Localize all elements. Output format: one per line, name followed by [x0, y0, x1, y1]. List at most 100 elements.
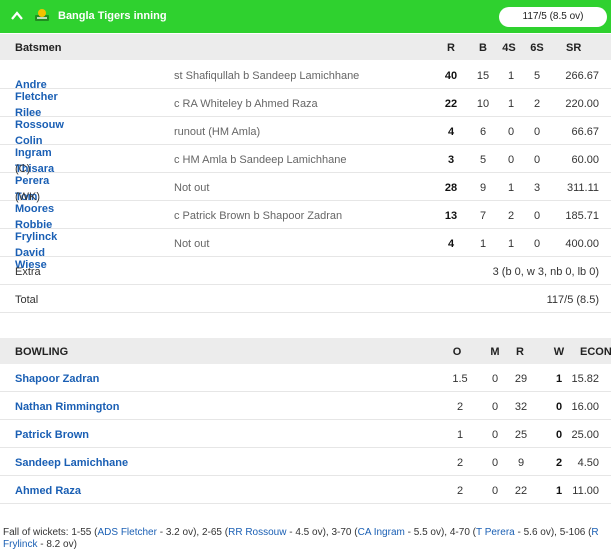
batsman-row: Tom Moores (WK) Not out 28 9 1 3 311.11 [0, 173, 611, 215]
bowler-row: Patrick Brown 1 0 25 0 25.00 [0, 420, 611, 448]
batsman-balls: 5 [479, 154, 487, 166]
wicket-over: - 3.2 ov), [156, 527, 202, 538]
extras-value: 3 (b 0, w 3, nb 0, lb 0) [492, 266, 599, 278]
batsman-strike-rate: 220.00 [565, 98, 599, 110]
fall-of-wickets: Fall of wickets: 1-55 (ADS Fletcher - 3.… [3, 527, 609, 549]
total-row: Total 117/5 (8.5) [0, 285, 611, 313]
innings-header[interactable]: Bangla Tigers inning 117/5 (8.5 ov) [0, 0, 611, 33]
batsman-fours: 1 [507, 98, 515, 110]
balls-column-header: B [479, 42, 487, 54]
chevron-up-icon[interactable] [10, 9, 24, 23]
bowler-row: Sandeep Lamichhane 2 0 9 2 4.50 [0, 448, 611, 476]
batsman-strike-rate: 60.00 [571, 154, 599, 166]
bowler-overs: 2 [456, 457, 464, 469]
batsman-balls: 6 [479, 126, 487, 138]
bowler-runs: 29 [514, 373, 528, 385]
wicket-over: - 5.6 ov), [514, 527, 560, 538]
bowling-table-header: BOWLING O M R W ECON [0, 338, 611, 364]
extras-row: Extra 3 (b 0, w 3, nb 0, lb 0) [0, 257, 611, 285]
dismissal-text: Not out [174, 182, 210, 194]
bowler-name-link[interactable]: Patrick Brown [15, 429, 89, 441]
dismissal-text: Not out [174, 238, 210, 250]
batsman-fours: 2 [507, 210, 515, 222]
batsman-fours: 1 [507, 182, 515, 194]
bowler-runs: 22 [514, 485, 528, 497]
bowling-runs-column-header: R [516, 346, 524, 358]
bowler-name-link[interactable]: Ahmed Raza [15, 485, 81, 497]
strike-rate-column-header: SR [566, 42, 582, 54]
bowler-row: Nathan Rimmington 2 0 32 0 16.00 [0, 392, 611, 420]
batsman-balls: 1 [479, 238, 487, 250]
overs-column-header: O [452, 346, 462, 358]
bowler-economy: 25.00 [571, 429, 599, 441]
batsman-balls: 9 [479, 182, 487, 194]
batsman-row: Rilee Rossouw c RA Whiteley b Ahmed Raza 2… [0, 89, 611, 131]
bowler-overs: 2 [456, 485, 464, 497]
fall-of-wicket-item: 1-55 (ADS Fletcher - 3.2 ov), [69, 527, 202, 538]
innings-score-badge: 117/5 (8.5 ov) [499, 7, 607, 27]
batsman-runs: 28 [444, 182, 458, 194]
bowler-name-link[interactable]: Nathan Rimmington [15, 401, 120, 413]
economy-column-header: ECON [580, 346, 611, 358]
batsman-fours: 0 [507, 126, 515, 138]
total-label: Total [15, 294, 39, 306]
total-value: 117/5 (8.5) [546, 294, 599, 306]
bowler-row: Ahmed Raza 2 0 22 1 11.00 [0, 476, 611, 504]
wicket-score: 5-106 ( [559, 527, 592, 538]
bowler-maidens: 0 [491, 485, 499, 497]
dismissal-text: c RA Whiteley b Ahmed Raza [174, 98, 318, 110]
batsman-row: Robbie Frylinck c Patrick Brown b Shapoor… [0, 201, 611, 243]
sixes-column-header: 6S [530, 42, 544, 54]
wicket-player-link[interactable]: T Perera [476, 527, 515, 538]
wickets-column-header: W [553, 346, 565, 358]
batsman-row: Colin Ingram runout (HM Amla) 4 6 0 0 66.67 [0, 117, 611, 159]
fall-of-wickets-label: Fall of wickets: [3, 527, 69, 538]
batsman-fours: 1 [507, 238, 515, 250]
wicket-player-link[interactable]: RR Rossouw [228, 527, 286, 538]
wicket-score: 4-70 ( [449, 527, 476, 538]
batting-table-header: Batsmen R B 4S 6S SR [0, 34, 611, 60]
batsman-strike-rate: 185.71 [565, 210, 599, 222]
extras-label: Extra [15, 266, 41, 278]
wicket-over: - 4.5 ov), [286, 527, 332, 538]
fours-column-header: 4S [502, 42, 516, 54]
batsman-runs: 13 [444, 210, 458, 222]
wicket-score: 2-65 ( [201, 527, 229, 538]
bowler-economy: 15.82 [571, 373, 599, 385]
batsmen-column-header: Batsmen [15, 42, 62, 54]
batsman-row: Thisara Perera (C) c HM Amla b Sandeep La… [0, 145, 611, 187]
bowler-name-link[interactable]: Sandeep Lamichhane [15, 457, 128, 469]
bowler-economy: 16.00 [571, 401, 599, 413]
wicket-over: - 5.5 ov), [404, 527, 450, 538]
batsman-fours: 1 [507, 70, 515, 82]
wicket-player-link[interactable]: ADS Fletcher [97, 527, 156, 538]
bowler-overs: 2 [456, 401, 464, 413]
team-logo-icon [35, 9, 49, 21]
bowling-column-header: BOWLING [15, 346, 69, 358]
dismissal-text: c Patrick Brown b Shapoor Zadran [174, 210, 343, 222]
bowler-maidens: 0 [491, 401, 499, 413]
batsman-strike-rate: 311.11 [566, 182, 599, 194]
bowler-maidens: 0 [491, 429, 499, 441]
batsman-row: Andre Fletcher st Shafiqullah b Sandeep L… [0, 61, 611, 103]
dismissal-text: c HM Amla b Sandeep Lamichhane [174, 154, 347, 166]
fall-of-wicket-item: 4-70 (T Perera - 5.6 ov), [450, 527, 560, 538]
fall-of-wicket-item: 2-65 (RR Rossouw - 4.5 ov), [202, 527, 332, 538]
innings-title: Bangla Tigers inning [58, 10, 167, 22]
wicket-player-link[interactable]: CA Ingram [358, 527, 405, 538]
runs-column-header: R [447, 42, 455, 54]
batsman-runs: 40 [444, 70, 458, 82]
batsman-strike-rate: 400.00 [565, 238, 599, 250]
batsman-strike-rate: 66.67 [571, 126, 599, 138]
dismissal-text: runout (HM Amla) [174, 126, 261, 138]
batsman-fours: 0 [507, 154, 515, 166]
dismissal-text: st Shafiqullah b Sandeep Lamichhane [174, 70, 360, 82]
bowler-overs: 1.5 [452, 373, 468, 385]
bowler-name-link[interactable]: Shapoor Zadran [15, 373, 99, 385]
bowler-overs: 1 [456, 429, 464, 441]
batsman-balls: 7 [479, 210, 487, 222]
bowler-maidens: 0 [491, 373, 499, 385]
batsman-runs: 22 [444, 98, 458, 110]
batsman-balls: 15 [476, 70, 490, 82]
wicket-score: 1-55 ( [68, 527, 98, 538]
